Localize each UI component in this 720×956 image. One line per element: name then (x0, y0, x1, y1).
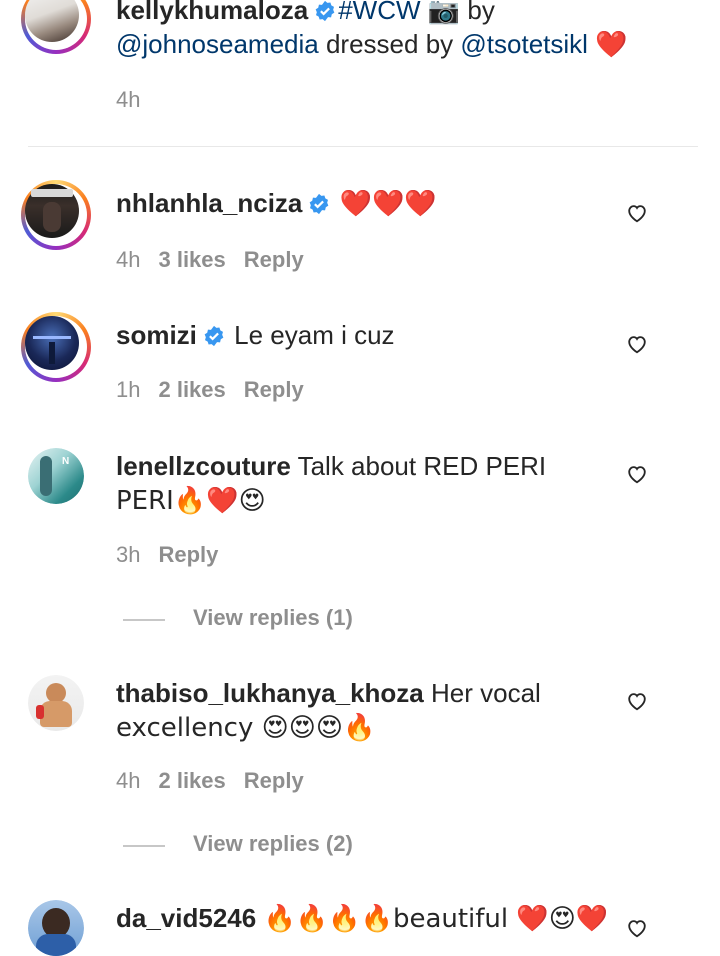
comment-time: 3h (116, 542, 141, 567)
comment-text-line-2: excellency 😍😍😍🔥 (116, 710, 375, 745)
view-replies-line (123, 845, 165, 847)
comment-text-line-2: PERI🔥❤️😍 (116, 483, 266, 518)
view-replies-button[interactable]: View replies (1) (193, 605, 353, 631)
comment-meta: 4h 2 likes Reply (116, 767, 322, 795)
comment-text: ❤️❤️❤️ (339, 189, 437, 219)
caption-meta: 4h (116, 86, 158, 114)
caption-mention-johnoseamedia[interactable]: @johnoseamedia (116, 29, 319, 59)
verified-badge-icon (315, 0, 335, 22)
caption-time: 4h (116, 87, 141, 112)
comment-avatar[interactable] (28, 675, 84, 731)
caption-line-2: @johnoseamedia dressed by @tsotetsikl ❤️ (116, 27, 628, 62)
comment-text: 🔥🔥🔥🔥beautiful ❤️😍❤️ (263, 904, 609, 934)
caption-mention-tsotetsikl[interactable]: @tsotetsikl (460, 29, 588, 59)
comment-avatar[interactable] (21, 312, 91, 382)
comment-avatar[interactable] (21, 180, 91, 250)
caption-divider (28, 146, 698, 147)
comment-username[interactable]: nhlanhla_nciza (116, 188, 302, 218)
comment-text-1: Talk about RED PERI (297, 451, 547, 481)
reply-button[interactable]: Reply (244, 768, 304, 793)
caption-hashtag[interactable]: #WCW (338, 0, 420, 25)
heart-outline-icon[interactable] (626, 690, 648, 712)
reply-button[interactable]: Reply (244, 377, 304, 402)
view-replies-button[interactable]: View replies (2) (193, 831, 353, 857)
comment-text-line: da_vid5246 🔥🔥🔥🔥beautiful ❤️😍❤️ (116, 901, 608, 936)
comment-time: 4h (116, 768, 141, 793)
view-replies-line (123, 619, 165, 621)
caption-line-1: kellykhumaloza #WCW 📷 by (116, 0, 495, 28)
heart-outline-icon[interactable] (626, 463, 648, 485)
comment-meta: 1h 2 likes Reply (116, 376, 322, 404)
comment-text: Le eyam i cuz (234, 320, 395, 350)
comment-likes[interactable]: 2 likes (158, 377, 225, 402)
verified-badge-icon (310, 193, 329, 215)
caption-dressed-by: dressed by (318, 29, 461, 59)
reply-button[interactable]: Reply (158, 542, 218, 567)
caption-by: by (460, 0, 495, 25)
comment-username[interactable]: lenellzcouture (116, 451, 291, 481)
comment-text-2: PERI🔥❤️😍 (116, 486, 266, 516)
comment-text-line: somizi Le eyam i cuz (116, 318, 395, 352)
caption-username[interactable]: kellykhumaloza (116, 0, 308, 25)
comment-text-line: nhlanhla_nciza ❤️❤️❤️ (116, 186, 437, 221)
comment-text-line: lenellzcouture Talk about RED PERI (116, 449, 546, 483)
heart-outline-icon[interactable] (626, 917, 648, 939)
reply-button[interactable]: Reply (244, 247, 304, 272)
comment-meta: 4h 3 likes Reply (116, 246, 322, 274)
comment-text-1: Her vocal (431, 678, 541, 708)
comment-username[interactable]: da_vid5246 (116, 903, 256, 933)
comment-username[interactable]: somizi (116, 320, 197, 350)
comment-likes[interactable]: 2 likes (158, 768, 225, 793)
comment-avatar[interactable] (28, 900, 84, 956)
comment-meta: 3h Reply (116, 541, 236, 569)
heart-outline-icon[interactable] (626, 333, 648, 355)
comment-time: 4h (116, 247, 141, 272)
comment-avatar[interactable]: N (28, 448, 84, 504)
caption-avatar[interactable] (21, 0, 91, 54)
heart-outline-icon[interactable] (626, 202, 648, 224)
comment-text-line: thabiso_lukhanya_khoza Her vocal (116, 676, 541, 710)
camera-emoji: 📷 (427, 0, 461, 26)
verified-badge-icon (204, 325, 224, 347)
comment-likes[interactable]: 3 likes (158, 247, 225, 272)
comment-username[interactable]: thabiso_lukhanya_khoza (116, 678, 424, 708)
comment-text-2: excellency 😍😍😍🔥 (116, 713, 376, 743)
comment-time: 1h (116, 377, 141, 402)
heart-emoji: ❤️ (595, 30, 628, 60)
